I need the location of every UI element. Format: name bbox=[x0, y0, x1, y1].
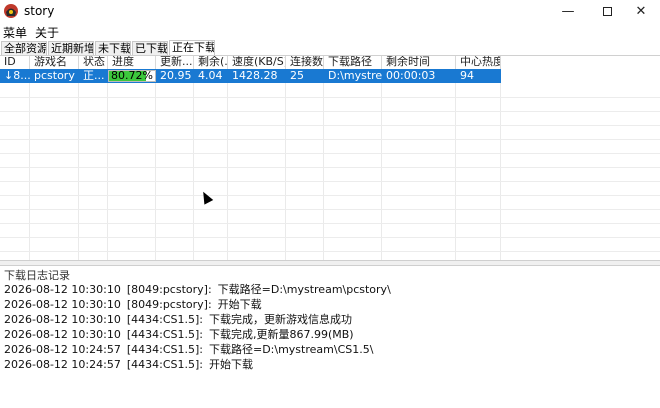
column-header-id[interactable]: ID bbox=[0, 56, 30, 69]
cell-speed: 1428.28 bbox=[232, 69, 278, 82]
log-list: 2026-08-12 10:30:10 [8049:pcstory]: 下载路径=D… bbox=[4, 281, 654, 371]
cell-game: pcstory bbox=[34, 69, 75, 82]
log-time: 2026-08-12 10:24:57 bbox=[4, 343, 121, 356]
column-header-progress[interactable]: 进度 bbox=[108, 56, 156, 69]
grid-line bbox=[0, 111, 660, 112]
progress-text: 80.72% bbox=[111, 69, 153, 82]
download-arrow-icon: ↓ bbox=[4, 69, 14, 82]
mouse-cursor-icon bbox=[198, 189, 214, 205]
column-header-time-left[interactable]: 剩余时间 bbox=[382, 56, 456, 69]
column-header-update[interactable]: 更新... bbox=[156, 56, 194, 69]
close-icon: ✕ bbox=[635, 3, 647, 19]
progress-bar: 80.72% bbox=[108, 70, 156, 82]
cell-path: D:\mystre... bbox=[328, 69, 382, 82]
log-entry: 2026-08-12 10:24:57 [4434:CS1.5]: 开始下载 bbox=[4, 356, 654, 371]
grid-line bbox=[0, 195, 660, 196]
maximize-icon bbox=[602, 6, 612, 16]
grid-line bbox=[0, 223, 660, 224]
grid-line bbox=[0, 237, 660, 238]
log-message: 开始下载 bbox=[208, 358, 253, 371]
cell-time-left: 00:00:03 bbox=[386, 69, 436, 82]
log-entry: 2026-08-12 10:30:10 [4434:CS1.5]: 下载完成,更新量… bbox=[4, 326, 654, 341]
log-entry: 2026-08-12 10:24:57 [4434:CS1.5]: 下载路径=D:\… bbox=[4, 341, 654, 356]
log-tag: [4434:CS1.5]: bbox=[126, 358, 203, 371]
log-entry: 2026-08-12 10:30:10 [4434:CS1.5]: 下载完成，更新游… bbox=[4, 311, 654, 326]
cell-id-text: 8... bbox=[13, 69, 30, 82]
grid-line bbox=[0, 125, 660, 126]
column-header-status[interactable]: 状态 bbox=[79, 56, 108, 69]
table-header: ID 游戏名 状态 进度 更新... 剩余(... 速度(KB/S) 连接数 下… bbox=[0, 56, 501, 69]
category-tabs: 全部资源 近期新增 未下载 已下载 正在下载 bbox=[0, 40, 660, 55]
log-entry: 2026-08-12 10:30:10 [8049:pcstory]: 下载路径=D… bbox=[4, 281, 654, 296]
grid-line bbox=[0, 251, 660, 252]
cell-connections: 25 bbox=[290, 69, 304, 82]
tab-all-resources[interactable]: 全部资源 bbox=[1, 41, 47, 55]
column-header-path[interactable]: 下载路径 bbox=[324, 56, 382, 69]
log-time: 2026-08-12 10:30:10 bbox=[4, 283, 121, 296]
log-message: 下载路径=D:\mystream\pcstory\ bbox=[217, 283, 391, 296]
grid-line bbox=[0, 181, 660, 182]
window-title: story bbox=[24, 4, 55, 18]
log-message: 下载完成，更新游戏信息成功 bbox=[208, 313, 352, 326]
column-header-speed[interactable]: 速度(KB/S) bbox=[228, 56, 286, 69]
log-tag: [8049:pcstory]: bbox=[126, 298, 212, 311]
close-button[interactable]: ✕ bbox=[618, 0, 660, 22]
log-time: 2026-08-12 10:30:10 bbox=[4, 298, 121, 311]
column-header-connections[interactable]: 连接数 bbox=[286, 56, 324, 69]
log-time: 2026-08-12 10:30:10 bbox=[4, 328, 121, 341]
log-tag: [4434:CS1.5]: bbox=[126, 313, 203, 326]
log-message: 下载路径=D:\mystream\CS1.5\ bbox=[208, 343, 374, 356]
cell-remaining: 4.04 bbox=[198, 69, 223, 82]
grid-line bbox=[0, 153, 660, 154]
cell-update: 20.95 bbox=[160, 69, 192, 82]
column-header-game[interactable]: 游戏名 bbox=[30, 56, 79, 69]
download-log-panel: 下载日志记录 2026-08-12 10:30:10 [8049:pcstory]… bbox=[0, 266, 660, 408]
grid-line bbox=[0, 97, 660, 98]
cell-heat: 94 bbox=[460, 69, 474, 82]
app-logo-icon bbox=[4, 4, 18, 18]
log-message: 下载完成,更新量867.99(MB) bbox=[208, 328, 354, 341]
minimize-icon: — bbox=[561, 3, 575, 19]
menu-item-menu[interactable]: 菜单 bbox=[3, 24, 27, 41]
tab-not-downloaded[interactable]: 未下载 bbox=[95, 41, 131, 55]
cell-id: ↓8... bbox=[0, 69, 30, 83]
column-header-remaining[interactable]: 剩余(... bbox=[194, 56, 228, 69]
log-tag: [8049:pcstory]: bbox=[126, 283, 212, 296]
log-time: 2026-08-12 10:30:10 bbox=[4, 313, 121, 326]
tab-recently-added[interactable]: 近期新增 bbox=[48, 41, 94, 55]
grid-line bbox=[0, 167, 660, 168]
menu-item-about[interactable]: 关于 bbox=[35, 24, 59, 41]
log-entry: 2026-08-12 10:30:10 [8049:pcstory]: 开始下载 bbox=[4, 296, 654, 311]
title-bar: story — ✕ bbox=[0, 0, 660, 22]
table-row[interactable]: ↓8... pcstory 正... 80.72% 20.95 4.04 142… bbox=[0, 69, 501, 83]
grid-line bbox=[0, 209, 660, 210]
log-tag: [4434:CS1.5]: bbox=[126, 328, 203, 341]
menu-bar: 菜单 关于 bbox=[0, 22, 660, 40]
log-time: 2026-08-12 10:24:57 bbox=[4, 358, 121, 371]
tab-downloading[interactable]: 正在下载 bbox=[169, 40, 215, 55]
download-table: ID 游戏名 状态 进度 更新... 剩余(... 速度(KB/S) 连接数 下… bbox=[0, 55, 660, 260]
grid-line bbox=[0, 139, 660, 140]
log-message: 开始下载 bbox=[217, 298, 262, 311]
column-header-heat[interactable]: 中心热度 bbox=[456, 56, 501, 69]
cell-status: 正... bbox=[83, 69, 105, 82]
log-tag: [4434:CS1.5]: bbox=[126, 343, 203, 356]
tab-downloaded[interactable]: 已下载 bbox=[132, 41, 168, 55]
